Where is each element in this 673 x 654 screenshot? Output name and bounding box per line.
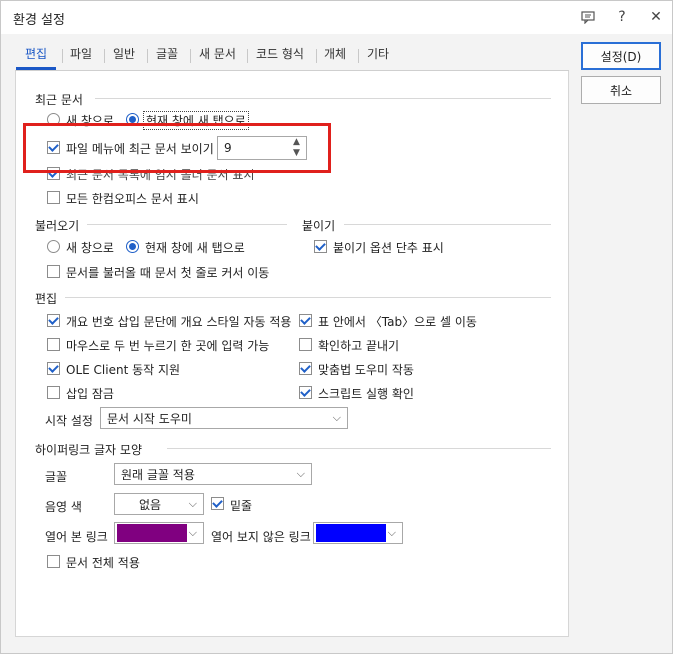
load-new-window-radio[interactable] xyxy=(47,240,60,253)
edit-right-checkbox-1[interactable] xyxy=(299,338,312,351)
dialog-title: 환경 설정 xyxy=(13,13,65,28)
underline-label: 밑줄 xyxy=(230,499,253,513)
apply-all-label: 문서 전체 적용 xyxy=(66,556,140,570)
ok-button[interactable]: 설정(D) xyxy=(581,42,661,70)
start-setting-value: 문서 시작 도우미 xyxy=(107,411,192,426)
cursor-first-line-label: 문서를 불러올 때 문서 첫 줄로 커서 이동 xyxy=(66,266,270,280)
load-new-tab-label: 현재 창에 새 탭으로 xyxy=(145,241,245,255)
section-divider xyxy=(87,224,287,225)
unvisited-link-label: 열어 보지 않은 링크 xyxy=(211,530,311,544)
load-new-window-label: 새 창으로 xyxy=(66,241,114,255)
chevron-down-icon: ⌵ xyxy=(332,411,341,424)
hyperlink-font-select[interactable]: 원래 글꼴 적용 ⌵ xyxy=(114,463,312,485)
visited-link-color-select[interactable]: ⌵ xyxy=(114,522,204,544)
chevron-down-icon: ⌵ xyxy=(188,526,197,539)
tab-separator xyxy=(358,49,359,63)
help-icon[interactable]: ? xyxy=(609,5,635,29)
settings-dialog: 환경 설정 ? ✕ 편집 파일 일반 글꼴 새 문서 코드 형식 개체 기타 설… xyxy=(0,0,673,654)
comment-icon[interactable] xyxy=(575,5,601,29)
paste-option-button-label: 붙이기 옵션 단추 표시 xyxy=(333,241,444,255)
chevron-down-icon: ⌵ xyxy=(387,526,396,539)
start-setting-label: 시작 설정 xyxy=(45,414,93,428)
visited-link-label: 열어 본 링크 xyxy=(45,530,108,544)
paste-option-button-checkbox[interactable] xyxy=(314,240,327,253)
visited-color-swatch xyxy=(117,524,187,542)
edit-right-checkbox-2[interactable] xyxy=(299,362,312,375)
edit-left-checkbox-1[interactable] xyxy=(47,338,60,351)
edit-left-checkbox-0[interactable] xyxy=(47,314,60,327)
tab-cell-move-label: 표 안에서 〈Tab〉으로 셀 이동 xyxy=(318,315,477,329)
edit-right-checkbox-3[interactable] xyxy=(299,386,312,399)
hyperlink-font-label: 글꼴 xyxy=(45,470,68,484)
shade-color-select[interactable]: 없음 ⌵ xyxy=(114,493,204,515)
script-confirm-label: 스크립트 실행 확인 xyxy=(318,387,414,401)
tab-file[interactable]: 파일 xyxy=(70,45,92,67)
tab-separator xyxy=(190,49,191,63)
paste-section-title: 붙이기 xyxy=(302,219,336,233)
tab-font[interactable]: 글꼴 xyxy=(156,45,178,67)
start-setting-select[interactable]: 문서 시작 도우미 ⌵ xyxy=(100,407,348,429)
edit-left-checkbox-2[interactable] xyxy=(47,362,60,375)
confirm-exit-label: 확인하고 끝내기 xyxy=(318,339,400,353)
shade-color-label: 음영 색 xyxy=(45,500,82,514)
tab-misc[interactable]: 기타 xyxy=(367,45,389,67)
tab-separator xyxy=(147,49,148,63)
tab-edit[interactable]: 편집 xyxy=(25,45,47,67)
close-icon[interactable]: ✕ xyxy=(643,5,669,29)
recent-section-title: 최근 문서 xyxy=(35,93,83,107)
chevron-down-icon: ⌵ xyxy=(188,497,197,510)
hyperlink-font-value: 원래 글꼴 적용 xyxy=(121,467,195,482)
ole-client-label: OLE Client 동작 지원 xyxy=(66,363,181,377)
outline-style-auto-label: 개요 번호 삽입 문단에 개요 스타일 자동 적용 xyxy=(66,315,292,329)
unvisited-color-swatch xyxy=(316,524,386,542)
spell-helper-label: 맞춤법 도우미 작동 xyxy=(318,363,414,377)
tab-code-format[interactable]: 코드 형식 xyxy=(256,45,304,67)
underline-checkbox[interactable] xyxy=(211,497,224,510)
section-divider xyxy=(65,297,551,298)
show-all-hancom-label: 모든 한컴오피스 문서 표시 xyxy=(66,192,199,206)
tab-separator xyxy=(316,49,317,63)
cancel-button[interactable]: 취소 xyxy=(581,76,661,104)
show-all-hancom-checkbox[interactable] xyxy=(47,191,60,204)
tab-new-document[interactable]: 새 문서 xyxy=(199,45,236,67)
tab-separator xyxy=(62,49,63,63)
edit-right-checkbox-0[interactable] xyxy=(299,314,312,327)
tab-object[interactable]: 개체 xyxy=(324,45,346,67)
insert-lock-label: 삽입 잠금 xyxy=(66,387,114,401)
section-divider xyxy=(344,224,551,225)
load-section-title: 불러오기 xyxy=(35,219,80,233)
title-bar: 환경 설정 ? ✕ xyxy=(1,1,672,34)
apply-all-checkbox[interactable] xyxy=(47,555,60,568)
tab-separator xyxy=(247,49,248,63)
tab-separator xyxy=(104,49,105,63)
highlight-box xyxy=(23,123,331,173)
cursor-first-line-checkbox[interactable] xyxy=(47,265,60,278)
section-divider xyxy=(167,448,551,449)
tab-general[interactable]: 일반 xyxy=(113,45,135,67)
load-new-tab-radio[interactable] xyxy=(126,240,139,253)
section-divider xyxy=(95,98,551,99)
shade-color-value: 없음 xyxy=(138,497,162,512)
chevron-down-icon: ⌵ xyxy=(296,467,305,480)
edit-left-checkbox-3[interactable] xyxy=(47,386,60,399)
active-tab-indicator xyxy=(16,67,56,70)
unvisited-link-color-select[interactable]: ⌵ xyxy=(313,522,403,544)
edit-section-title: 편집 xyxy=(35,292,58,306)
double-click-input-label: 마우스로 두 번 누르기 한 곳에 입력 가능 xyxy=(66,339,270,353)
hyperlink-section-title: 하이퍼링크 글자 모양 xyxy=(35,443,142,457)
